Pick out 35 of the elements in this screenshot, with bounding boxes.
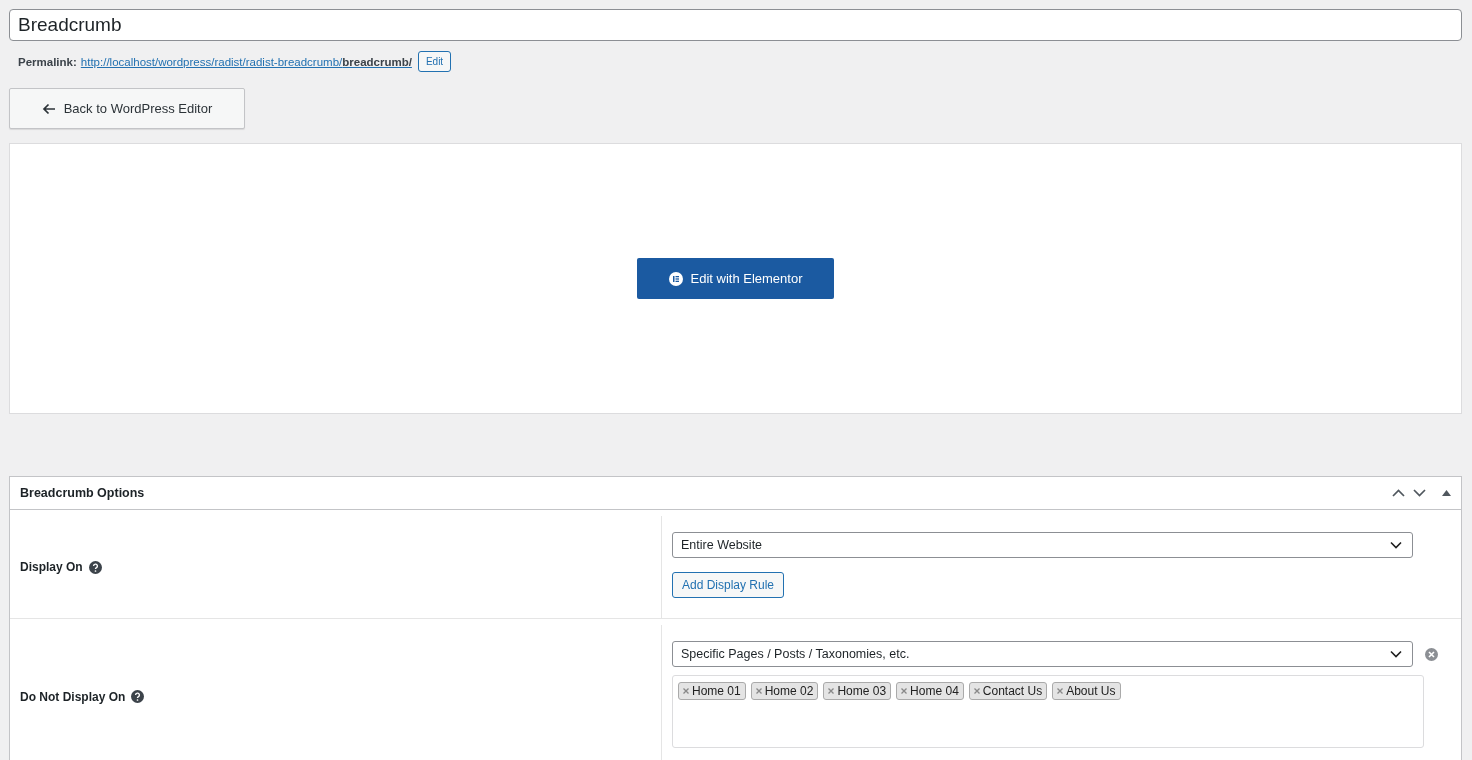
edit-button[interactable]: Edit — [417, 51, 452, 72]
rule-select[interactable]: Entire Website — [672, 532, 1413, 558]
permalink-label: Permalink: — [18, 55, 77, 68]
page-tag: Home 03 — [823, 682, 892, 700]
remove-circle-icon[interactable] — [1425, 647, 1438, 661]
chevron-down-icon[interactable] — [1413, 489, 1426, 497]
page-tag: About Us — [1052, 682, 1121, 700]
chevron-down-icon — [1390, 541, 1402, 549]
chevron-up-icon[interactable] — [1392, 489, 1405, 497]
remove-icon[interactable] — [1057, 688, 1064, 694]
rule-select[interactable]: Specific Pages / Posts / Taxonomies, etc. — [672, 641, 1413, 667]
add-rule-button[interactable]: Add Display Rule — [672, 572, 785, 598]
remove-icon[interactable] — [683, 688, 689, 694]
remove-icon[interactable] — [973, 688, 980, 694]
remove-icon[interactable] — [828, 688, 835, 694]
collapse-triangle-icon[interactable] — [1442, 490, 1451, 496]
option-label: Display On — [20, 560, 83, 574]
help-icon[interactable] — [131, 690, 145, 703]
elementor-button[interactable]: Edit with Elementor — [637, 258, 834, 299]
arrow-left-icon — [41, 102, 56, 115]
page-tag: Home 01 — [678, 682, 746, 700]
option-label: Do Not Display On — [20, 689, 126, 704]
page-tag: Contact Us — [968, 682, 1048, 700]
metabox-title: Breadcrumb Options — [20, 486, 146, 500]
page-tag: Home 04 — [896, 682, 964, 700]
chevron-down-icon — [1390, 650, 1402, 658]
elementor-logo-icon — [668, 271, 683, 286]
back-button[interactable]: Back to WordPress Editor — [9, 88, 245, 129]
title-field[interactable]: Breadcrumb — [9, 9, 1462, 41]
remove-icon[interactable] — [901, 688, 908, 694]
tags-field[interactable]: Home 01 Home 02 Home 03 Home 04 Contact Us About Us — [672, 675, 1424, 748]
help-icon[interactable] — [88, 560, 102, 574]
permalink-link[interactable]: http://localhost/wordpress/radist/radist-breadcrumb/breadcrumb/ — [80, 55, 412, 68]
page-tag: Home 02 — [750, 682, 819, 700]
remove-icon[interactable] — [755, 688, 762, 694]
